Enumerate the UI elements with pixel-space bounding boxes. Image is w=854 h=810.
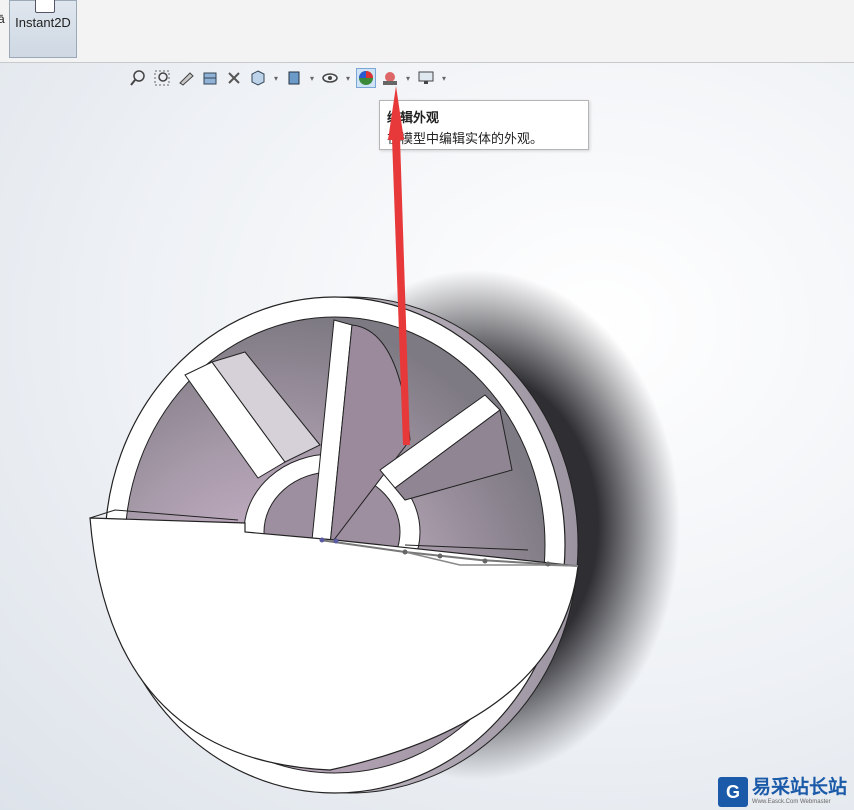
edit-appearance-tooltip: 编辑外观 在模型中编辑实体的外观。 xyxy=(379,100,589,150)
chevron-down-icon[interactable]: ▾ xyxy=(272,74,280,83)
sketch-point[interactable] xyxy=(319,537,325,543)
chevron-down-icon[interactable]: ▾ xyxy=(344,74,352,83)
sketch-point[interactable] xyxy=(545,561,551,567)
previous-view-icon[interactable] xyxy=(176,68,196,88)
chevron-down-icon[interactable]: ▾ xyxy=(440,74,448,83)
watermark-text: 易采站长站 xyxy=(752,777,848,798)
heads-up-view-toolbar: ▾ ▾ ▾ ▾ ▾ xyxy=(128,66,448,90)
view-settings-icon[interactable] xyxy=(416,68,436,88)
watermark-logo: G xyxy=(718,777,748,807)
section-view-icon[interactable] xyxy=(200,68,220,88)
hide-show-items-icon[interactable] xyxy=(320,68,340,88)
chevron-down-icon[interactable]: ▾ xyxy=(404,74,412,83)
watermark-subtext: Www.Easck.Com Webmaster xyxy=(752,799,831,805)
tooltip-description: 在模型中编辑实体的外观。 xyxy=(387,131,544,146)
sketch-point[interactable] xyxy=(333,538,339,544)
view-orientation-icon[interactable] xyxy=(248,68,268,88)
display-style-icon[interactable] xyxy=(284,68,304,88)
sketch-point[interactable] xyxy=(402,549,408,555)
dynamic-annotation-icon[interactable] xyxy=(224,68,244,88)
sketch-point[interactable] xyxy=(437,553,443,559)
apply-scene-icon[interactable] xyxy=(380,68,400,88)
zoom-to-area-icon[interactable] xyxy=(152,68,172,88)
edit-appearance-icon[interactable] xyxy=(356,68,376,88)
chevron-down-icon[interactable]: ▾ xyxy=(308,74,316,83)
tooltip-title: 编辑外观 xyxy=(387,110,440,125)
site-watermark: G 易采站长站 Www.Easck.Com Webmaster xyxy=(718,774,854,810)
zoom-to-fit-icon[interactable] xyxy=(128,68,148,88)
sketch-point[interactable] xyxy=(482,558,488,564)
